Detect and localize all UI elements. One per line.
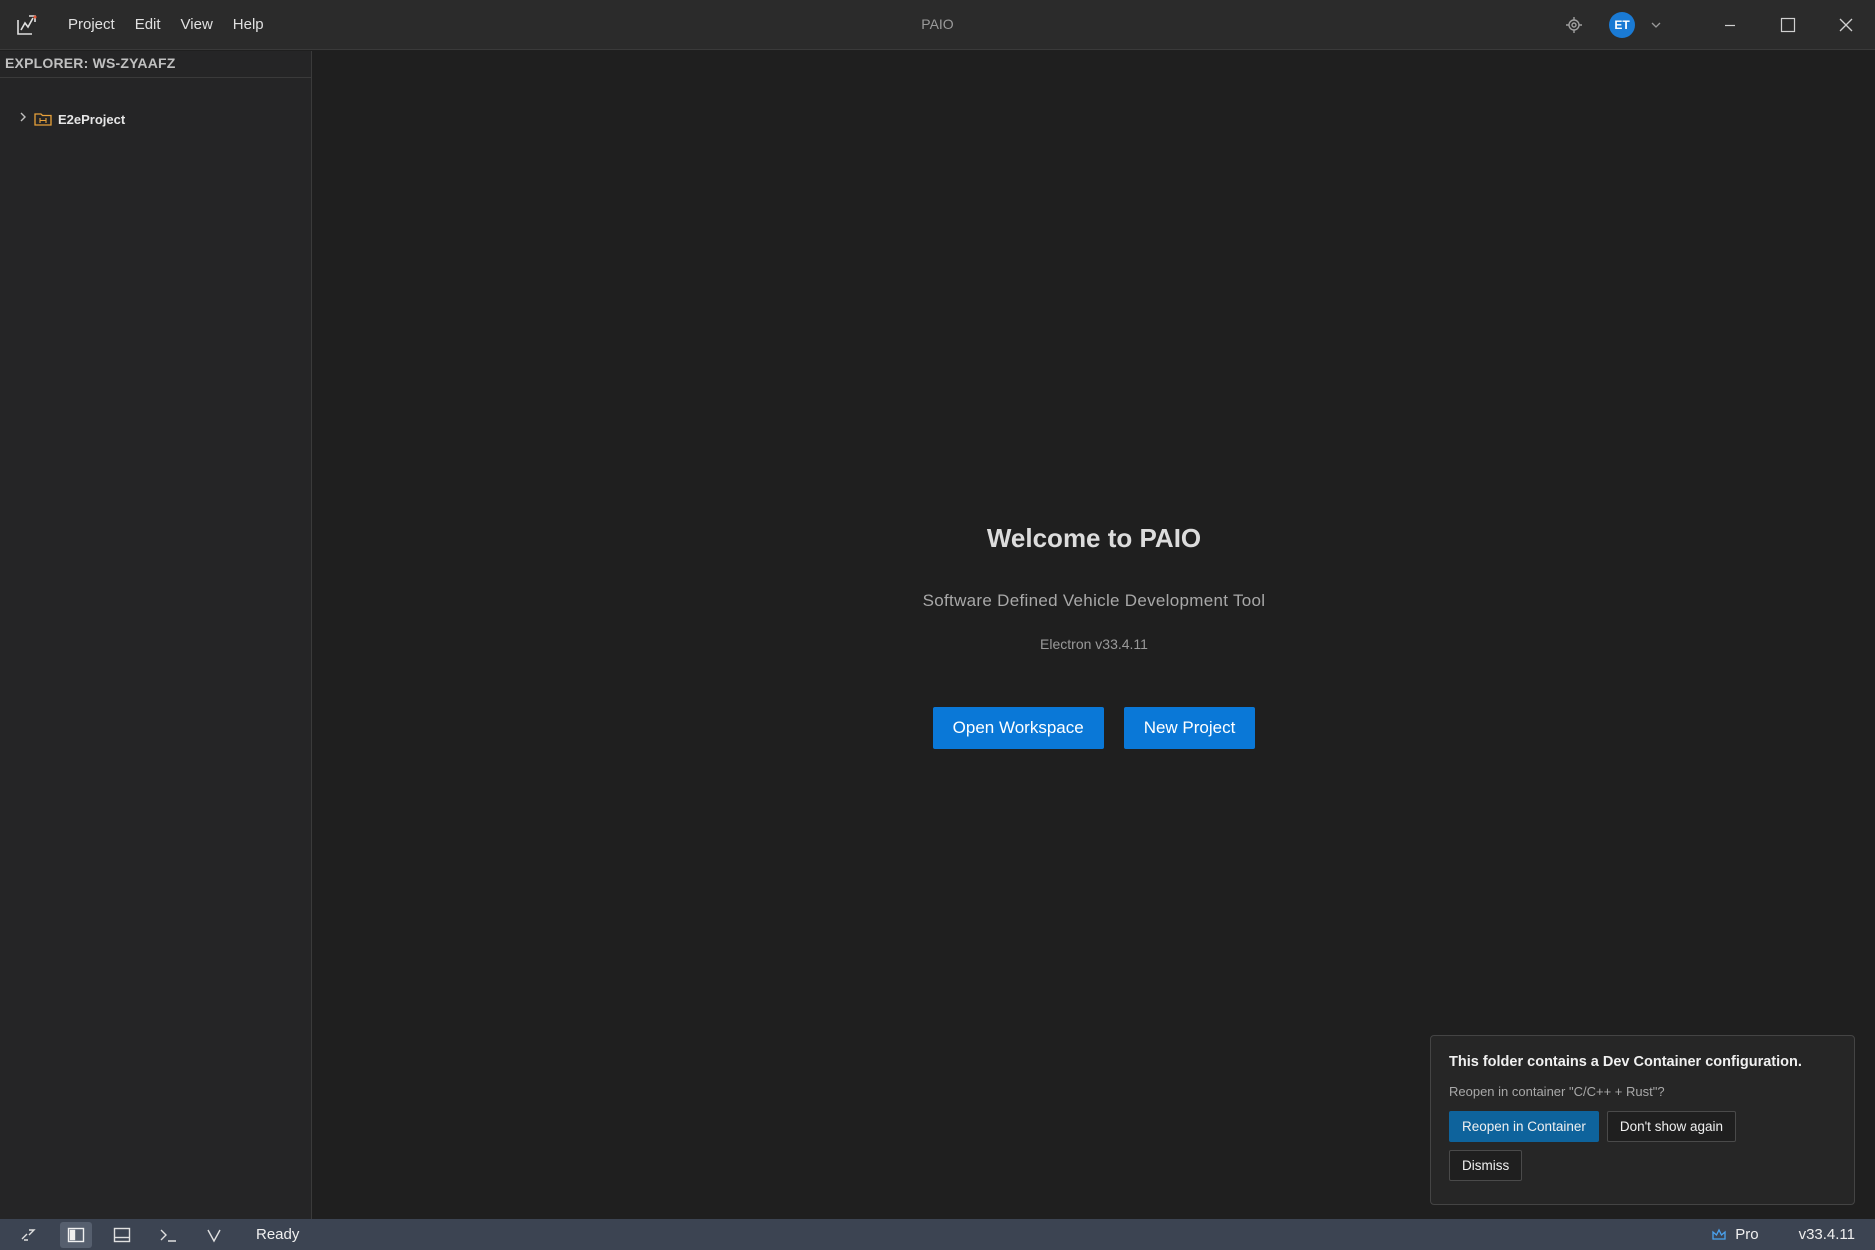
- vector-icon[interactable]: [198, 1222, 230, 1248]
- welcome-version: Electron v33.4.11: [1040, 636, 1148, 652]
- crown-icon: [1711, 1228, 1727, 1242]
- tree-item-e2eproject[interactable]: E2eProject: [0, 106, 311, 132]
- plan-label[interactable]: Pro: [1735, 1226, 1758, 1243]
- toggle-panel-icon[interactable]: [106, 1222, 138, 1248]
- menu-edit[interactable]: Edit: [125, 0, 171, 50]
- user-avatar[interactable]: ET: [1609, 12, 1635, 38]
- status-bar: Ready Pro v33.4.11: [0, 1219, 1875, 1250]
- open-workspace-button[interactable]: Open Workspace: [932, 707, 1104, 749]
- minimize-button[interactable]: [1701, 0, 1759, 50]
- welcome-subtitle: Software Defined Vehicle Development Too…: [922, 591, 1266, 610]
- tree-item-label: E2eProject: [58, 111, 126, 127]
- dont-show-again-button[interactable]: Don't show again: [1606, 1111, 1736, 1142]
- menu-bar: Project Edit View Help: [58, 0, 274, 50]
- dismiss-button[interactable]: Dismiss: [1449, 1150, 1523, 1181]
- terminal-icon[interactable]: [152, 1222, 184, 1248]
- notification-title: This folder contains a Dev Container con…: [1449, 1054, 1802, 1070]
- reopen-in-container-button[interactable]: Reopen in Container: [1449, 1111, 1599, 1142]
- menu-help[interactable]: Help: [223, 0, 274, 50]
- explorer-sidebar: EXPLORER: WS-ZYAAFZ E2eProject: [0, 51, 312, 1219]
- debug-settings-icon[interactable]: [1559, 10, 1589, 40]
- new-project-button[interactable]: New Project: [1123, 707, 1256, 749]
- maximize-button[interactable]: [1759, 0, 1817, 50]
- menu-view[interactable]: View: [171, 0, 223, 50]
- close-button[interactable]: [1817, 0, 1875, 50]
- menu-project[interactable]: Project: [58, 0, 125, 50]
- version-label: v33.4.11: [1798, 1226, 1855, 1243]
- folder-icon: [34, 112, 52, 126]
- welcome-title: Welcome to PAIO: [986, 523, 1202, 553]
- welcome-actions: Open Workspace New Project: [313, 707, 1875, 749]
- toggle-sidebar-icon[interactable]: [60, 1221, 92, 1248]
- chevron-right-icon[interactable]: [18, 110, 28, 128]
- remote-connection-icon[interactable]: [12, 1222, 44, 1248]
- chevron-down-icon[interactable]: [1641, 10, 1671, 40]
- paio-logo-icon: [14, 12, 40, 38]
- devcontainer-notification: This folder contains a Dev Container con…: [1430, 1035, 1855, 1205]
- status-text: Ready: [256, 1226, 300, 1243]
- title-bar: Project Edit View Help PAIO ET: [0, 0, 1875, 50]
- explorer-header: EXPLORER: WS-ZYAAFZ: [0, 51, 311, 78]
- notification-message: Reopen in container "C/C++ + Rust"?: [1449, 1084, 1665, 1099]
